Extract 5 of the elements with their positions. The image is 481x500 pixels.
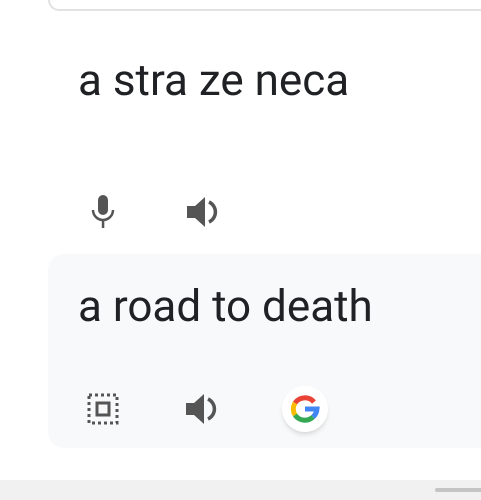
source-text: a stra ze neca — [78, 54, 350, 106]
google-button[interactable] — [282, 386, 328, 432]
google-logo — [290, 394, 320, 424]
translation-text: a road to death — [78, 280, 373, 332]
scroll-handle[interactable] — [435, 488, 481, 492]
